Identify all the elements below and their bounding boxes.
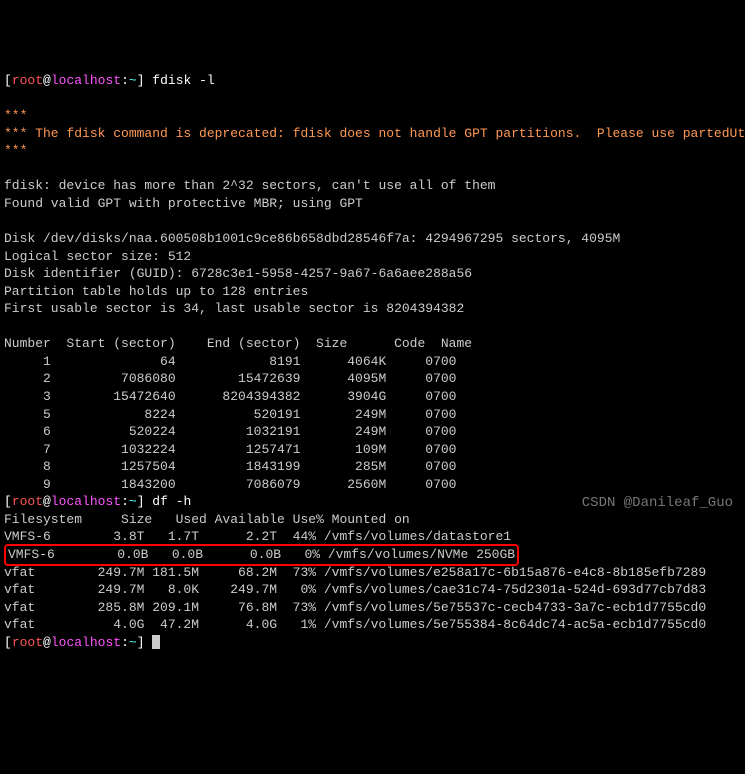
prompt-host: localhost [51, 494, 121, 509]
prompt-path: ~ [129, 494, 137, 509]
partition-row: 5 8224 520191 249M 0700 [4, 407, 456, 422]
prompt-host: localhost [51, 635, 121, 650]
bracket-close: ] [137, 494, 145, 509]
watermark-text: CSDN @Danileaf_Guo [582, 494, 733, 513]
bracket-open: [ [4, 635, 12, 650]
warning-deprecated-b: : fdisk does not handle GPT partitions. … [277, 126, 745, 141]
command-fdisk: fdisk -l [145, 73, 215, 88]
df-row: vfat 4.0G 47.2M 4.0G 1% /vmfs/volumes/5e… [4, 617, 706, 632]
warning-stars-2: *** [4, 143, 27, 158]
colon: : [121, 635, 129, 650]
prompt-line: [root@localhost:~] [4, 635, 160, 650]
bracket-open: [ [4, 494, 12, 509]
disk-line-4: Partition table holds up to 128 entries [4, 284, 308, 299]
prompt-at: @ [43, 494, 51, 509]
df-row: vfat 249.7M 8.0K 249.7M 0% /vmfs/volumes… [4, 582, 706, 597]
warning-stars-1: *** [4, 108, 27, 123]
df-header: Filesystem Size Used Available Use% Moun… [4, 512, 410, 527]
disk-line-2: Logical sector size: 512 [4, 249, 191, 264]
prompt-path: ~ [129, 635, 137, 650]
prompt-path: ~ [129, 73, 137, 88]
partition-row: 9 1843200 7086079 2560M 0700 [4, 477, 456, 492]
bracket-close: ] [137, 635, 145, 650]
partition-row: 1 64 8191 4064K 0700 [4, 354, 456, 369]
prompt-at: @ [43, 73, 51, 88]
partition-row: 6 520224 1032191 249M 0700 [4, 424, 456, 439]
warning-deprecated-a: *** The fdisk command is deprecated [4, 126, 277, 141]
prompt-line: [root@localhost:~] df -h [4, 494, 191, 509]
partition-row: 3 15472640 8204394382 3904G 0700 [4, 389, 456, 404]
partition-header: Number Start (sector) End (sector) Size … [4, 336, 472, 351]
partition-row: 7 1032224 1257471 109M 0700 [4, 442, 456, 457]
colon: : [121, 73, 129, 88]
prompt-user: root [12, 635, 43, 650]
bracket-open: [ [4, 73, 12, 88]
partition-row: 8 1257504 1843199 285M 0700 [4, 459, 456, 474]
fdisk-gpt-msg: Found valid GPT with protective MBR; usi… [4, 196, 363, 211]
disk-line-5: First usable sector is 34, last usable s… [4, 301, 464, 316]
df-row: VMFS-6 3.8T 1.7T 2.2T 44% /vmfs/volumes/… [4, 529, 511, 544]
disk-line-3: Disk identifier (GUID): 6728c3e1-5958-42… [4, 266, 472, 281]
command-df: df -h [145, 494, 192, 509]
colon: : [121, 494, 129, 509]
partition-row: 2 7086080 15472639 4095M 0700 [4, 371, 456, 386]
terminal-output[interactable]: [root@localhost:~] fdisk -l *** *** The … [4, 72, 741, 651]
disk-line-1: Disk /dev/disks/naa.600508b1001c9ce86b65… [4, 231, 620, 246]
df-row: VMFS-6 0.0B 0.0B 0.0B 0% /vmfs/volumes/N… [8, 547, 515, 562]
prompt-line: [root@localhost:~] fdisk -l [4, 73, 215, 88]
prompt-at: @ [43, 635, 51, 650]
prompt-user: root [12, 494, 43, 509]
prompt-host: localhost [51, 73, 121, 88]
prompt-user: root [12, 73, 43, 88]
bracket-close: ] [137, 73, 145, 88]
highlighted-nvme-row: VMFS-6 0.0B 0.0B 0.0B 0% /vmfs/volumes/N… [4, 544, 519, 566]
fdisk-sectors-msg: fdisk: device has more than 2^32 sectors… [4, 178, 495, 193]
df-row: vfat 249.7M 181.5M 68.2M 73% /vmfs/volum… [4, 565, 706, 580]
cursor-icon[interactable] [152, 635, 160, 649]
df-row: vfat 285.8M 209.1M 76.8M 73% /vmfs/volum… [4, 600, 706, 615]
